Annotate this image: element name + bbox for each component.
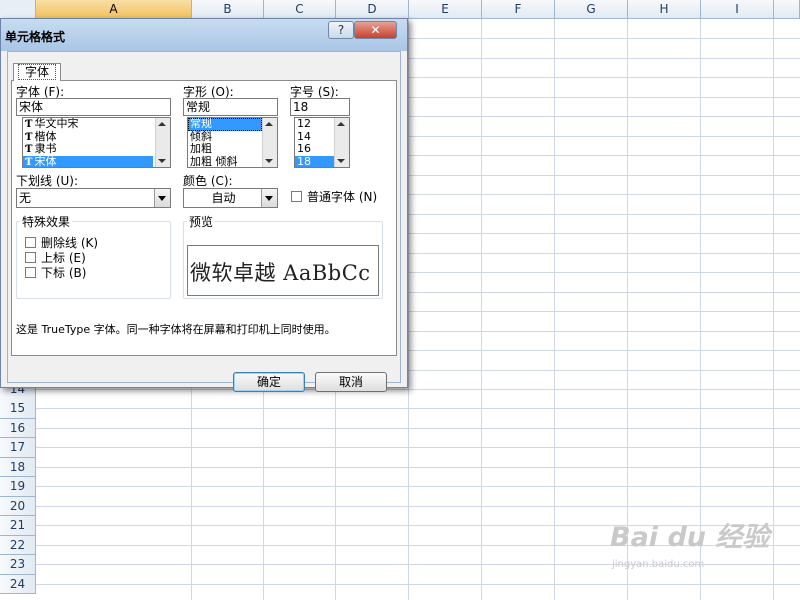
effects-group	[16, 221, 171, 299]
row-header-17[interactable]: 17	[0, 438, 36, 458]
underline-select[interactable]: 无	[16, 188, 171, 208]
row-header-21[interactable]: 21	[0, 516, 36, 536]
size-list-item-selected[interactable]: 18	[295, 155, 334, 167]
font-list-scrollbar[interactable]	[155, 118, 170, 167]
color-label: 颜色 (C):	[183, 174, 233, 188]
help-button[interactable]: ?	[328, 21, 354, 39]
subscript-label[interactable]: 下标 (B)	[41, 264, 86, 281]
style-list-scrollbar[interactable]	[262, 118, 277, 167]
gridline	[36, 428, 800, 429]
size-input[interactable]: 18	[290, 98, 350, 116]
gridline	[554, 19, 555, 600]
column-header-g[interactable]: G	[555, 0, 628, 19]
strikethrough-checkbox[interactable]	[25, 237, 36, 248]
watermark-logo: Bai du 经验	[610, 522, 770, 553]
superscript-checkbox[interactable]	[25, 252, 36, 263]
ok-button[interactable]: 确定	[233, 372, 305, 392]
column-header-d[interactable]: D	[336, 0, 409, 19]
underline-value: 无	[19, 191, 32, 205]
scroll-down-icon[interactable]	[158, 159, 166, 163]
row-header-15[interactable]: 15	[0, 399, 36, 419]
cancel-button[interactable]: 取消	[315, 372, 387, 392]
column-header-a[interactable]: A	[36, 0, 192, 19]
gridline	[627, 19, 628, 600]
gridline	[481, 19, 482, 600]
dialog-titlebar[interactable]: 单元格格式 ? ✕	[1, 19, 407, 51]
column-header-h[interactable]: H	[628, 0, 701, 19]
scroll-up-icon[interactable]	[337, 122, 345, 126]
gridline	[700, 19, 701, 600]
style-listbox[interactable]: 常规 倾斜 加粗 加粗 倾斜	[187, 117, 278, 168]
subscript-checkbox[interactable]	[25, 267, 36, 278]
truetype-icon: Ƭ	[25, 119, 33, 130]
column-header-e[interactable]: E	[409, 0, 482, 19]
close-button[interactable]: ✕	[354, 21, 397, 39]
dropdown-arrow-icon[interactable]	[154, 189, 170, 207]
truetype-icon: Ƭ	[25, 144, 33, 155]
gridline	[36, 584, 800, 585]
row-header-19[interactable]: 19	[0, 477, 36, 497]
gridline	[36, 467, 800, 468]
row-header-22[interactable]: 22	[0, 535, 36, 555]
font-list-item-selected[interactable]: Ƭ 宋体	[23, 155, 153, 168]
column-header-i[interactable]: I	[701, 0, 774, 19]
row-header-16[interactable]: 16	[0, 418, 36, 438]
truetype-icon: Ƭ	[25, 156, 33, 168]
style-input[interactable]: 常规	[183, 98, 278, 116]
preview-text: 微软卓越 AaBbCc	[190, 261, 371, 285]
row-header-18[interactable]: 18	[0, 457, 36, 477]
preview-box: 微软卓越 AaBbCc	[187, 245, 379, 296]
column-header-f[interactable]: F	[482, 0, 555, 19]
dropdown-arrow-icon[interactable]	[261, 189, 277, 207]
gridline	[36, 389, 800, 390]
format-cells-dialog: 单元格格式 ? ✕ 字体 字体 (F): 宋体 Ƭ 华文中宋 Ƭ 楷体 Ƭ 隶书 Ƭ宋…	[0, 18, 408, 392]
column-header-partial[interactable]	[774, 0, 800, 19]
size-list-scrollbar[interactable]	[334, 118, 349, 167]
column-header-c[interactable]: C	[264, 0, 336, 19]
preview-title: 预览	[187, 213, 216, 230]
gridline	[408, 19, 409, 600]
baidu-watermark: Bai du 经验 jingyan.baidu.com	[610, 515, 770, 570]
size-listbox[interactable]: 12 14 16 18	[294, 117, 350, 168]
scroll-down-icon[interactable]	[337, 159, 345, 163]
font-listbox[interactable]: Ƭ 华文中宋 Ƭ 楷体 Ƭ 隶书 Ƭ 宋体	[22, 117, 171, 168]
gridline	[773, 19, 774, 600]
gridline	[36, 447, 800, 448]
style-list-item-selected[interactable]: 常规	[188, 118, 262, 131]
watermark-site: jingyan.baidu.com	[612, 559, 705, 570]
scroll-down-icon[interactable]	[265, 159, 273, 163]
color-select[interactable]: 自动	[183, 188, 278, 208]
row-header-20[interactable]: 20	[0, 496, 36, 516]
gridline	[36, 408, 800, 409]
column-header-b[interactable]: B	[192, 0, 264, 19]
truetype-note: 这是 TrueType 字体。同一种字体将在屏幕和打印机上同时使用。	[16, 323, 336, 336]
select-all-corner[interactable]	[0, 0, 36, 19]
gridline	[36, 506, 800, 507]
effects-title: 特殊效果	[20, 213, 73, 230]
row-header-23[interactable]: 23	[0, 555, 36, 575]
color-value: 自动	[211, 191, 236, 205]
font-input[interactable]: 宋体	[16, 98, 171, 116]
scroll-up-icon[interactable]	[265, 122, 273, 126]
truetype-icon: Ƭ	[25, 131, 33, 143]
scroll-up-icon[interactable]	[158, 122, 166, 126]
gridline	[36, 486, 800, 487]
underline-label: 下划线 (U):	[16, 174, 79, 188]
row-header-24[interactable]: 24	[0, 574, 36, 594]
tab-font[interactable]: 字体	[13, 63, 61, 81]
normal-font-checkbox[interactable]	[291, 191, 302, 202]
normal-font-label[interactable]: 普通字体 (N)	[307, 188, 377, 205]
dialog-title: 单元格格式	[5, 30, 66, 44]
